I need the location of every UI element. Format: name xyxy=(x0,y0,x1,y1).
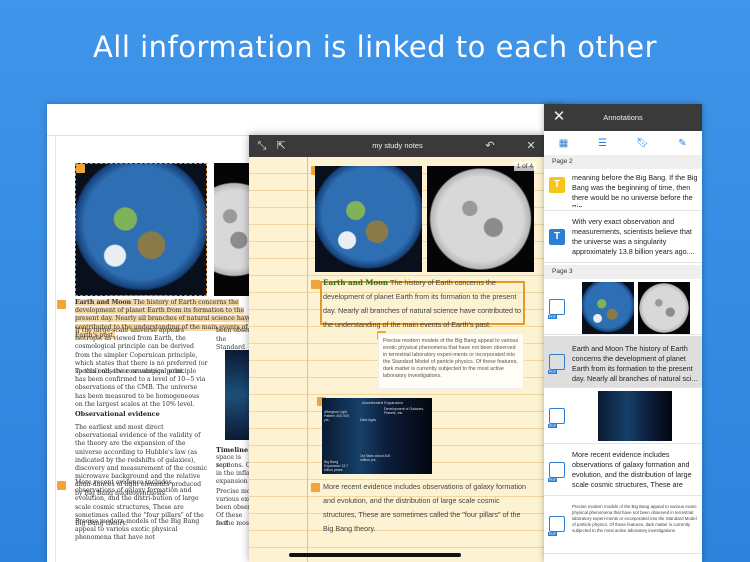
pdf-text-icon: PDF xyxy=(548,462,565,482)
image-title: Accelerated Expansion xyxy=(362,400,403,405)
annotation-marker[interactable] xyxy=(311,280,320,289)
earth-thumbnail xyxy=(582,282,634,334)
text-note-icon: T xyxy=(549,229,565,245)
pdf-quote-icon: PDF xyxy=(548,516,565,536)
headline: All information is linked to each other xyxy=(92,30,658,64)
home-indicator[interactable] xyxy=(289,553,461,557)
note-highlight-title: Earth and Moon xyxy=(323,278,389,287)
annotation-text: Earth and Moon The history of Earth conc… xyxy=(572,344,698,383)
notes-margin-line xyxy=(307,157,308,562)
annotation-item[interactable]: PDF Precise modern models of the Big Ban… xyxy=(544,496,702,554)
annotations-panel: ✕ Annotations ▦ ☰ 🔖︎ ✎ Page 2 T meaning … xyxy=(544,104,702,562)
highlighted-note: Earth and Moon The history of Earth conc… xyxy=(323,276,523,332)
paragraph: To this end, the cosmological principle … xyxy=(75,368,206,408)
annotation-item[interactable]: PDF xyxy=(544,388,702,444)
moon-image[interactable] xyxy=(214,163,254,296)
annotation-marker[interactable] xyxy=(311,483,320,492)
highlight-title: Earth and Moon xyxy=(75,299,132,306)
study-notes-panel: ⤡ ⇱ my study notes ↶ ✕ 1 of 4 Earth and … xyxy=(249,135,546,562)
annotation-marker[interactable] xyxy=(57,300,66,309)
section-header-page-3: Page 3 xyxy=(544,265,702,279)
undo-icon[interactable]: ↶ xyxy=(482,138,498,154)
annotation-text: With very exact observation and measurem… xyxy=(572,217,695,256)
pdf-image-icon: PDF xyxy=(548,408,565,428)
cosmic-timeline-image[interactable]: Accelerated Expansion Afterglow Light Pa… xyxy=(322,398,432,474)
annotation-item[interactable]: T With very exact observation and measur… xyxy=(544,211,702,263)
annotation-item[interactable]: PDF xyxy=(544,279,702,335)
image-label: 1st Stars about 400 million yrs. xyxy=(360,454,391,462)
cosmic-timeline-thumbnail xyxy=(598,391,672,441)
grid-view-icon[interactable]: ▦ xyxy=(544,131,583,157)
annotation-quote-text: Precise modern models of the Big Bang ap… xyxy=(572,504,697,533)
annotation-item-selected[interactable]: PDF Earth and Moon The history of Earth … xyxy=(544,336,702,388)
image-label: Afterglow Light Pattern 400,000 yrs. xyxy=(324,410,349,422)
quote-card[interactable]: Precise modern models of the Big Bang ap… xyxy=(378,333,524,389)
image-label: Big Bang Expansion 13.7 billion years xyxy=(324,460,349,472)
earth-image[interactable] xyxy=(75,163,207,296)
annotation-item[interactable]: T meaning before the Big Bang. If the Bi… xyxy=(544,169,702,211)
document-margin-line xyxy=(55,136,56,562)
annotation-marker[interactable] xyxy=(76,164,85,173)
annotation-tabs: ▦ ☰ 🔖︎ ✎ xyxy=(544,131,702,157)
image-label: Development of Galaxies, Planets, etc. xyxy=(384,407,425,415)
earth-image[interactable] xyxy=(315,166,422,272)
moon-image[interactable] xyxy=(427,166,534,272)
annotations-title: Annotations xyxy=(603,113,643,122)
close-icon[interactable]: ✕ xyxy=(523,138,539,154)
annotation-text: More recent evidence includes observatio… xyxy=(572,450,692,489)
annotation-text: meaning before the Big Bang. If the Big … xyxy=(572,173,698,207)
pdf-image-icon: PDF xyxy=(548,299,565,319)
list-view-icon[interactable]: ☰ xyxy=(583,131,622,157)
document-toolbar xyxy=(47,104,567,136)
pen-icon[interactable]: ✎ xyxy=(663,131,702,157)
section-heading: Observational evidence xyxy=(75,410,160,418)
text-highlight-icon: T xyxy=(549,177,565,193)
annotation-item[interactable]: PDF More recent evidence includes observ… xyxy=(544,444,702,496)
pdf-text-icon: PDF xyxy=(548,354,565,374)
section-header-page-2: Page 2 xyxy=(544,155,702,169)
page-indicator: 1 of 4 xyxy=(513,162,536,171)
note-paragraph: More recent evidence includes observatio… xyxy=(323,482,526,533)
image-label: Dark Ages xyxy=(360,418,377,422)
notes-title: my study notes xyxy=(372,141,423,150)
bookmark-icon[interactable]: 🔖︎ xyxy=(623,131,662,157)
moon-thumbnail xyxy=(638,282,690,334)
annotation-marker[interactable] xyxy=(57,481,66,490)
timeline-heading: Timeline xyxy=(216,446,249,454)
paragraph: Precise modern models of the Big Bang ap… xyxy=(75,518,200,542)
notes-toolbar: ⤡ ⇱ my study notes ↶ ✕ xyxy=(249,135,546,157)
annotations-toolbar: ✕ Annotations xyxy=(544,104,702,131)
